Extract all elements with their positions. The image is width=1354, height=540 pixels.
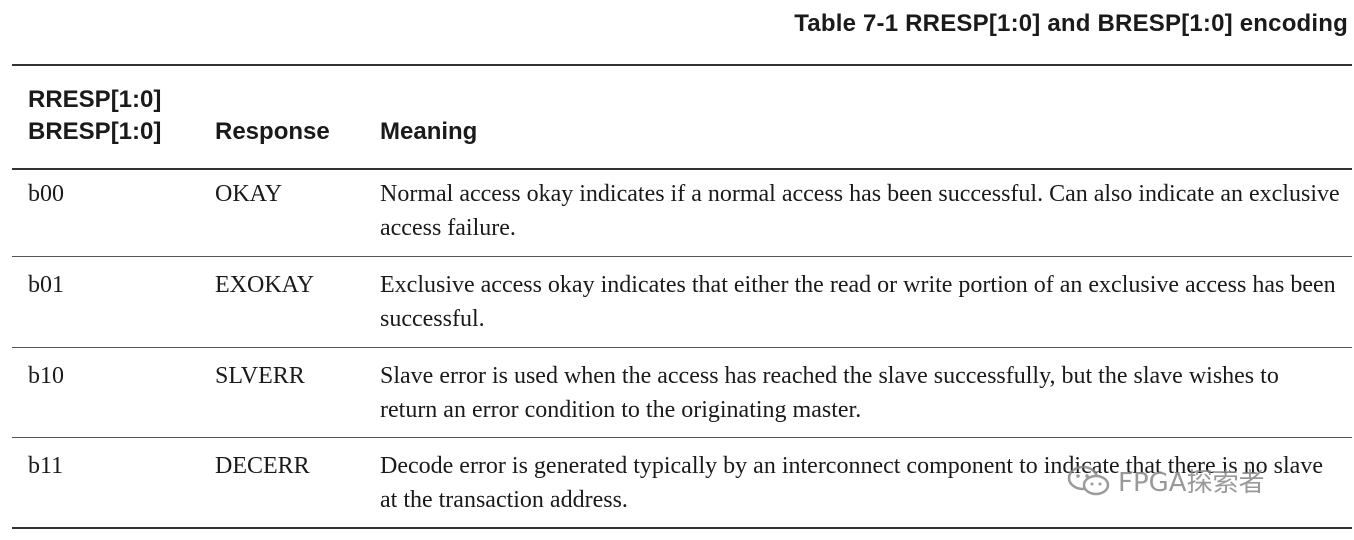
header-code: RRESP[1:0] BRESP[1:0] — [28, 84, 161, 148]
row-0-meaning: Normal access okay indicates if a normal… — [380, 181, 1340, 241]
header-code-line1: RRESP[1:0] — [28, 86, 162, 113]
watermark: FPGA探索者 — [1066, 462, 1265, 499]
row-divider — [12, 256, 1352, 257]
header-rule — [12, 168, 1352, 170]
row-divider — [12, 437, 1352, 438]
row-0-code: b00 — [28, 181, 64, 207]
row-2-code: b10 — [28, 363, 64, 389]
row-3-response: DECERR — [215, 453, 310, 479]
header-response: Response — [215, 118, 330, 145]
header-meaning: Meaning — [380, 118, 478, 145]
row-0-response: OKAY — [215, 181, 283, 207]
watermark-text: FPGA探索者 — [1118, 468, 1265, 498]
wechat-icon — [1067, 465, 1110, 495]
row-1-meaning: Exclusive access okay indicates that eit… — [380, 272, 1336, 332]
row-divider — [12, 347, 1352, 348]
table-caption: Table 7-1 RRESP[1:0] and BRESP[1:0] enco… — [794, 10, 1348, 37]
table-top-rule — [12, 64, 1352, 66]
header-code-line2: BRESP[1:0] — [28, 118, 162, 145]
row-1-response: EXOKAY — [215, 272, 315, 298]
row-2-response: SLVERR — [215, 363, 305, 389]
row-3-code: b11 — [28, 453, 64, 479]
row-1-code: b01 — [28, 272, 64, 298]
table-bottom-rule — [12, 527, 1352, 529]
row-2-meaning: Slave error is used when the access has … — [380, 363, 1279, 423]
